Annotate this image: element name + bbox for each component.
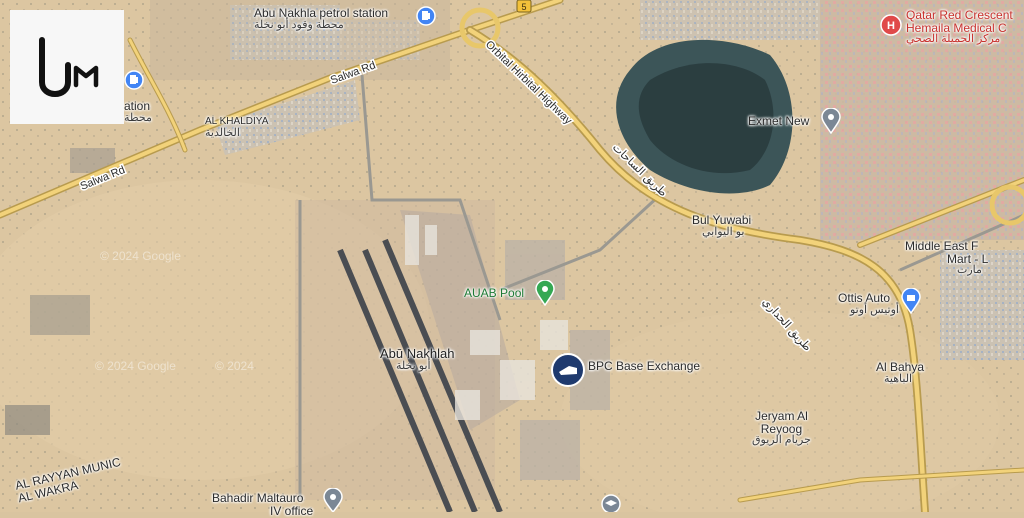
place-name-ar: محطة [124,111,152,124]
city-ne-grey [640,0,820,40]
map-watermark: © 2024 Google [95,359,176,373]
map-watermark: © 2024 Google [100,249,181,263]
place-name-ar: محطة وقود أبو نخلة [254,18,344,31]
place-name-ar: بو اليوابي [702,225,745,238]
place-name: ation [124,99,151,113]
place-name: Ottis Auto [838,291,891,305]
place-name: Al Bahya [876,360,925,374]
place-middle-east-mart[interactable]: Middle East F Mart - L مارت [905,240,988,277]
shopping-bag-icon[interactable] [900,288,922,314]
place-name: Bul Yuwabi [692,213,752,227]
place-name-ar: مركز الحميلة الصحي [906,33,1001,46]
location-pin-icon[interactable] [820,108,842,134]
place-name: Abu Nakhla petrol station [254,6,389,20]
satellite-map[interactable]: 5 © 2024 Google © 2024 Google © 2024 Sal… [0,0,1024,512]
place-abu-nakhla-petrol[interactable]: Abu Nakhla petrol station محطة وقود أبو … [254,7,388,31]
place-bpc-base-exchange[interactable]: BPC Base Exchange [588,360,700,373]
place-bul-yuwabi[interactable]: Bul Yuwabi بو اليوابي [692,214,751,238]
compound [30,295,90,335]
compound [5,405,50,435]
place-name-ar: الباهية [884,372,913,385]
place-name-ar: جريام الريوق [752,434,811,447]
fuel-icon[interactable] [124,70,144,90]
place-exmet-new[interactable]: Exmet New [748,115,809,128]
place-al-khaldiya[interactable]: AL KHALDIYA الخالدية [205,116,269,139]
place-ottis-auto[interactable]: Ottis Auto أوتيس أوتو [838,292,899,316]
education-icon[interactable] [601,494,621,512]
place-name-ar: الخالدية [205,126,240,139]
place-name: Jeryam Al [755,409,808,423]
road-shield-label: 5 [521,2,526,12]
place-name: Bahadir Maltauro [212,491,304,505]
place-name: Qatar Red Crescent [906,8,1013,22]
place-station-left[interactable]: ation محطة [124,100,152,124]
military-base-icon[interactable] [551,353,585,387]
place-name: AUAB Pool [464,286,525,300]
hospital-icon[interactable]: H [880,14,902,36]
place-name: Exmet New [748,114,810,128]
place-name: BPC Base Exchange [588,359,701,373]
place-name-ar: أبو نخلة [396,359,431,372]
place-jeryam-al-reyoog[interactable]: Jeryam Al Reyoog جريام الريوق [752,410,811,447]
place-abu-nakhlah[interactable]: Abū Nakhlah أبو نخلة [380,347,454,372]
svg-text:H: H [887,20,895,32]
place-name-ar: أوتيس أوتو [850,303,899,316]
map-watermark: © 2024 [215,359,254,373]
location-pin-icon[interactable] [534,280,556,306]
place-qatar-red-crescent[interactable]: Qatar Red Crescent Hemaila Medical C مرك… [906,9,1013,46]
um-logo-icon [39,37,99,97]
place-auab-pool[interactable]: AUAB Pool [464,287,524,300]
place-al-bahya[interactable]: Al Bahya الباهية [876,361,924,385]
um-logo[interactable] [10,10,124,124]
fuel-icon[interactable] [416,6,436,26]
location-pin-icon[interactable] [322,488,344,512]
place-bahadir[interactable]: Bahadir Maltauro IV office [212,492,313,517]
place-name: Abū Nakhlah [380,346,455,361]
place-name: Middle East F [905,239,979,253]
place-name: AL KHALDIYA [205,116,269,127]
place-name-ar: مارت [957,264,982,277]
place-name-2: IV office [270,503,314,518]
